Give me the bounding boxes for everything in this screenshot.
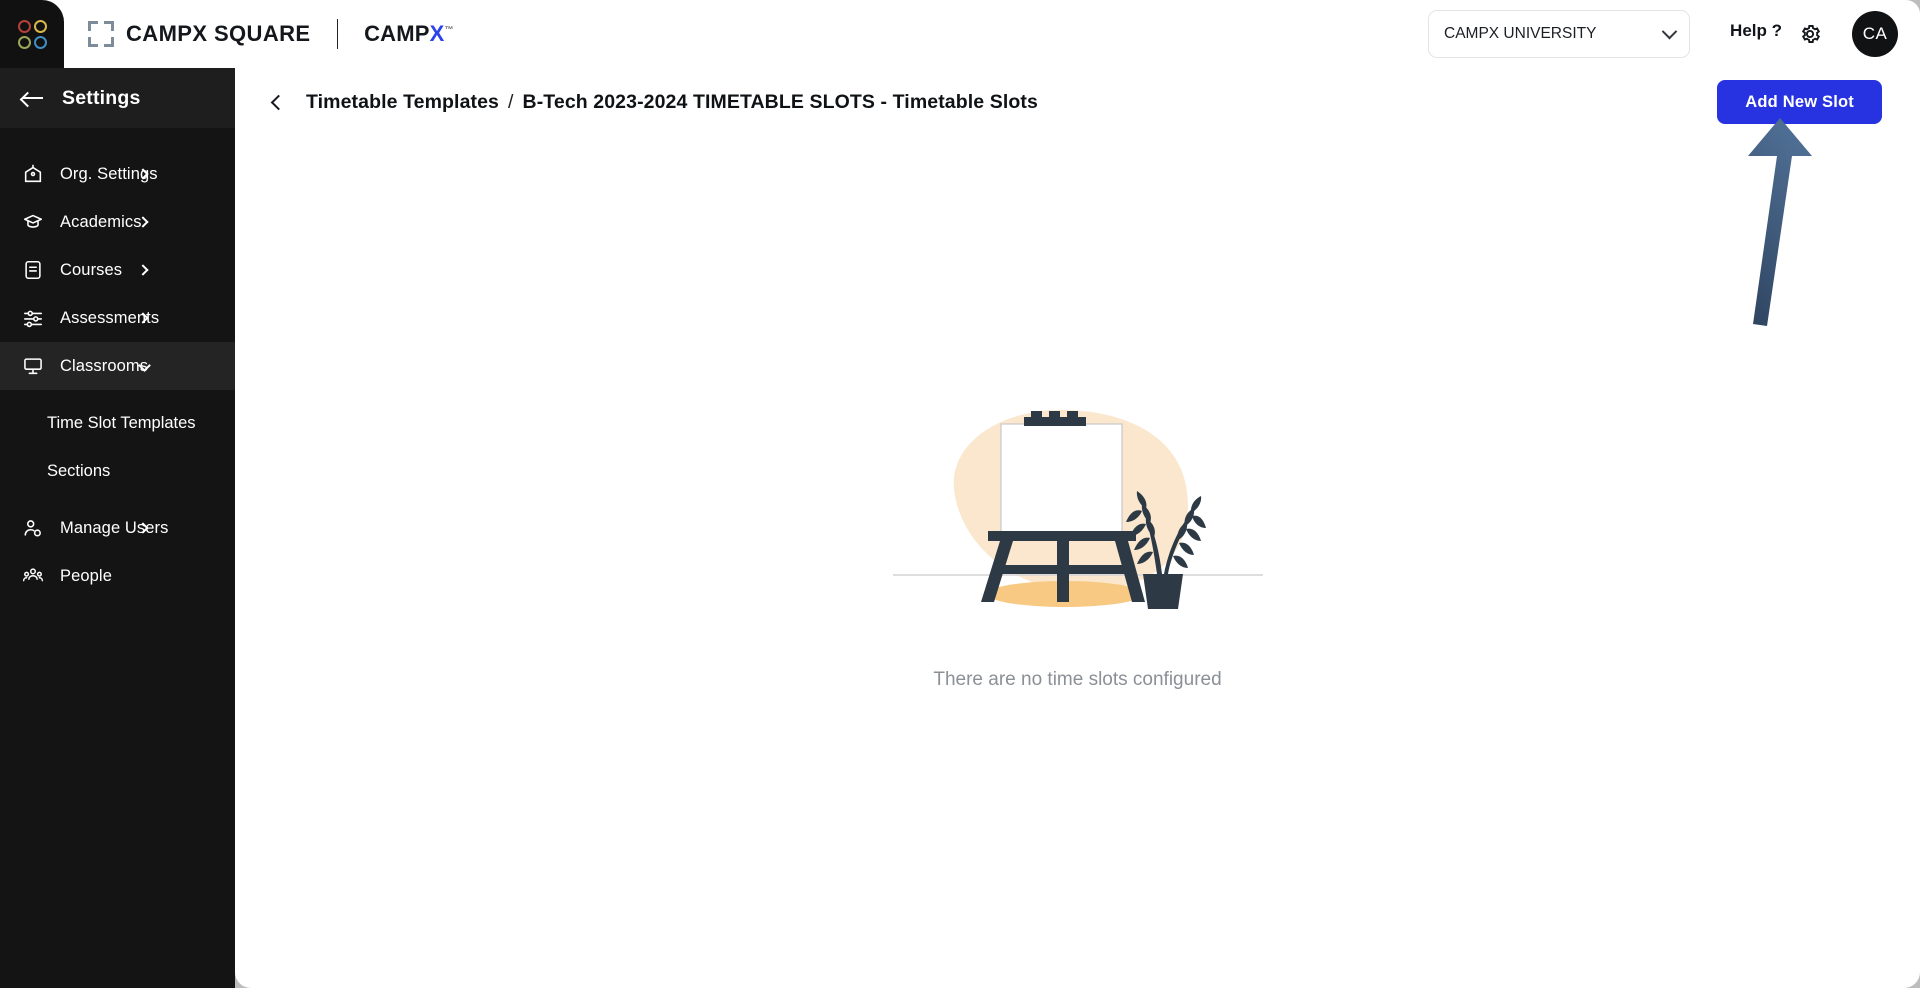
main-content: Timetable Templates / B-Tech 2023-2024 T…: [235, 68, 1920, 988]
logo-dot-blue: [33, 35, 47, 49]
org-selector-value: CAMPX UNIVERSITY: [1444, 25, 1597, 42]
nav-gap: [0, 390, 235, 399]
top-bar: CAMPX SQUARE CAMPX™ CAMPX UNIVERSITY Hel…: [0, 0, 1920, 68]
breadcrumb-current: B-Tech 2023-2024 TIMETABLE SLOTS - Timet…: [522, 90, 1038, 113]
sidebar-subitem-sections[interactable]: Sections: [0, 447, 235, 495]
chevron-right-icon: [137, 264, 149, 276]
user-gear-icon: [22, 517, 44, 539]
sidebar: Settings Org. Settings Academics Courses…: [0, 68, 235, 988]
sidebar-title: Settings: [62, 86, 141, 109]
expand-brackets-icon: [88, 21, 114, 47]
sidebar-item-assessments[interactable]: Assessments: [0, 294, 235, 342]
help-link[interactable]: Help ?: [1730, 21, 1782, 41]
sidebar-item-org-settings[interactable]: Org. Settings: [0, 150, 235, 198]
sliders-icon: [22, 307, 44, 329]
brand-secondary-prefix: CAMP: [364, 21, 430, 46]
graduation-cap-icon: [22, 211, 44, 233]
sidebar-item-classrooms[interactable]: Classrooms: [0, 342, 235, 390]
sidebar-item-manage-users[interactable]: Manage Users: [0, 504, 235, 552]
breadcrumb-parent[interactable]: Timetable Templates: [306, 91, 499, 114]
brand-title: CAMPX SQUARE: [126, 21, 311, 46]
gear-icon[interactable]: [1798, 22, 1822, 46]
monitor-icon: [22, 355, 44, 377]
sidebar-header[interactable]: Settings: [0, 68, 235, 128]
easel-with-plant-illustration: [892, 410, 1263, 609]
brand-block[interactable]: CAMPX SQUARE CAMPX™: [88, 0, 454, 68]
breadcrumb-bar: Timetable Templates / B-Tech 2023-2024 T…: [235, 68, 1920, 136]
document-icon: [22, 259, 44, 281]
sidebar-item-academics[interactable]: Academics: [0, 198, 235, 246]
sidebar-item-courses[interactable]: Courses: [0, 246, 235, 294]
sidebar-item-label: Classrooms: [60, 356, 149, 375]
org-building-icon: [22, 163, 44, 185]
sidebar-item-label: Academics: [60, 212, 142, 231]
sidebar-item-label: People: [60, 566, 112, 585]
sidebar-item-label: Manage Users: [60, 518, 169, 537]
app-logo-tile[interactable]: [0, 0, 64, 68]
chevron-down-icon: [1661, 23, 1678, 39]
sidebar-nav: Org. Settings Academics Courses Assessme…: [0, 128, 235, 600]
nav-gap: [0, 495, 235, 504]
sidebar-subitem-time-slot-templates[interactable]: Time Slot Templates: [0, 399, 235, 447]
brand-divider: [336, 19, 339, 49]
sidebar-subitem-label: Time Slot Templates: [47, 413, 196, 432]
sidebar-subitem-label: Sections: [47, 461, 111, 480]
avatar[interactable]: CA: [1852, 11, 1898, 57]
sidebar-item-label: Courses: [60, 260, 123, 279]
empty-state-message: There are no time slots configured: [933, 669, 1222, 690]
four-circles-logo: [17, 19, 47, 49]
arrow-left-icon[interactable]: [22, 91, 44, 105]
org-selector[interactable]: CAMPX UNIVERSITY: [1428, 10, 1690, 58]
chevron-left-icon[interactable]: [270, 94, 287, 110]
logo-dot-olive: [17, 35, 31, 49]
sidebar-item-people[interactable]: People: [0, 552, 235, 600]
brand-secondary: CAMPX™: [364, 21, 454, 47]
brand-secondary-accent: X: [429, 21, 445, 46]
logo-dot-yellow: [33, 19, 47, 33]
trademark-mark: ™: [444, 24, 454, 35]
app-root: CAMPX SQUARE CAMPX™ CAMPX UNIVERSITY Hel…: [0, 0, 1920, 988]
breadcrumb-separator: /: [508, 90, 514, 113]
logo-dot-red: [17, 19, 31, 33]
people-icon: [22, 565, 44, 587]
empty-state: There are no time slots configured: [235, 398, 1920, 691]
add-new-slot-button[interactable]: Add New Slot: [1717, 80, 1882, 124]
